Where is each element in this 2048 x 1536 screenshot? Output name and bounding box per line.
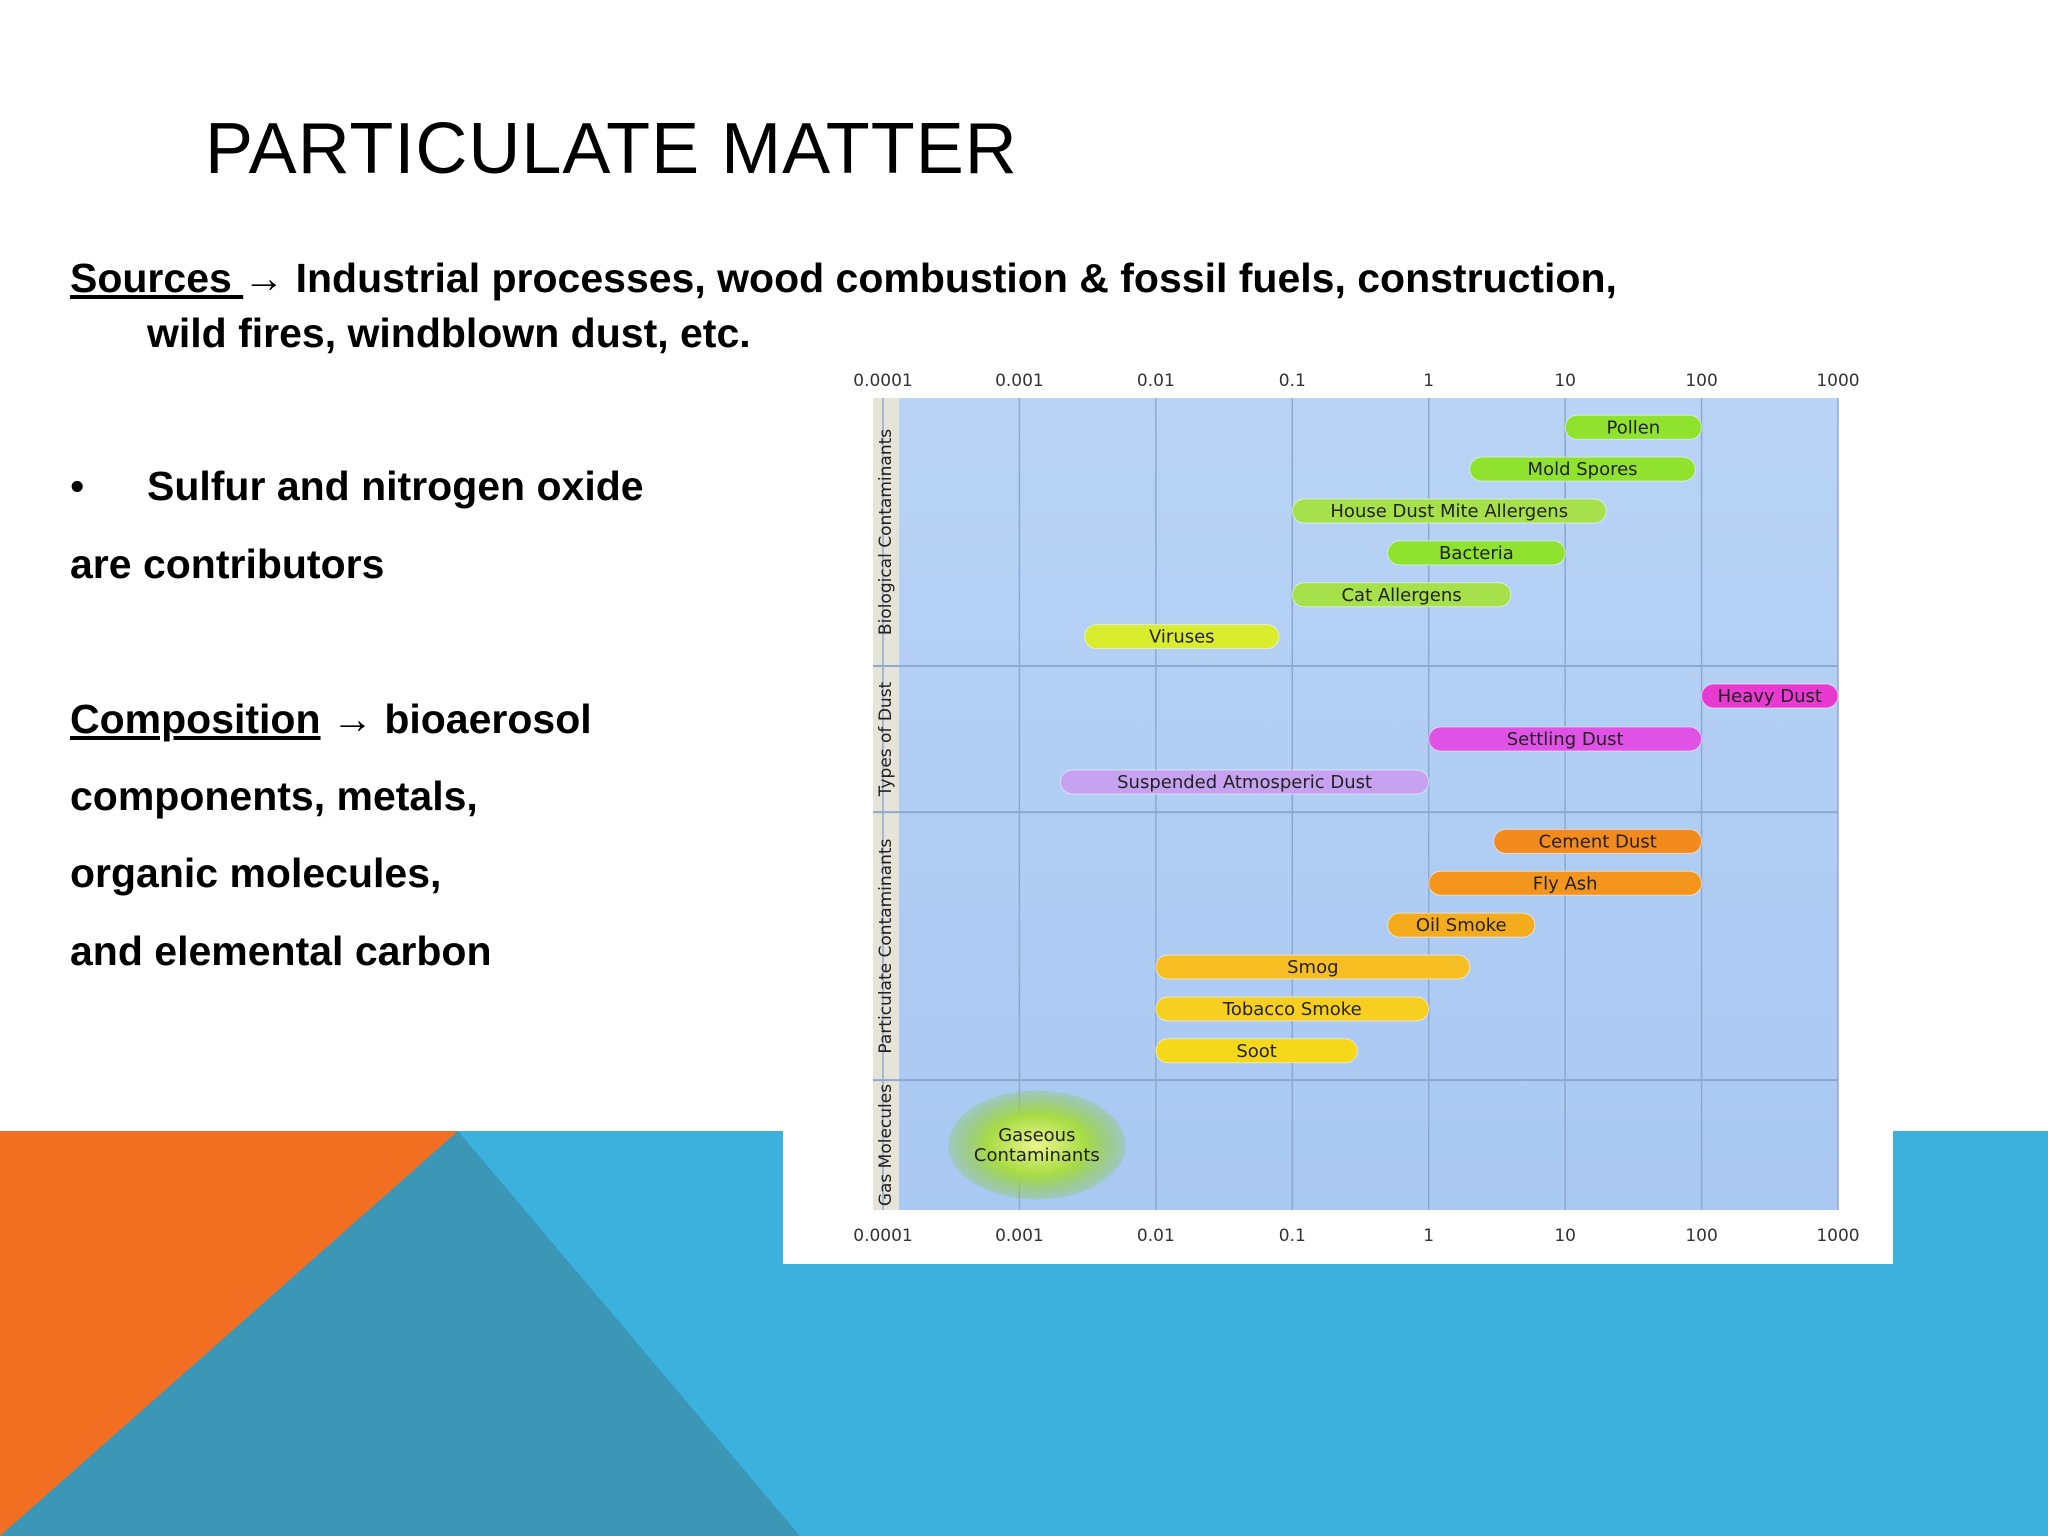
x-tick-label-top: 0.001: [995, 371, 1044, 391]
bar-label: Gaseous: [998, 1125, 1075, 1146]
x-tick-label-bottom: 0.0001: [853, 1226, 912, 1246]
composition-label: Composition: [70, 696, 321, 742]
bar-label: House Dust Mite Allergens: [1330, 501, 1568, 522]
bar-label: Settling Dust: [1507, 729, 1624, 750]
bullet-icon: •: [70, 463, 85, 509]
arrow-icon: →: [243, 255, 285, 301]
x-tick-label-bottom: 10: [1554, 1226, 1576, 1246]
particle-size-chart: 0.0001 0.0001 0.001 0.001 0.01 0.01 0.1 0.1 1 1 10…: [783, 362, 1893, 1264]
x-tick-label-top: 0.01: [1137, 371, 1175, 391]
x-tick-label-bottom: 1: [1423, 1226, 1434, 1246]
sources-line-2: wild fires, windblown dust, etc.: [147, 310, 751, 356]
bar-label: Oil Smoke: [1416, 915, 1507, 936]
sources-label: Sources: [70, 255, 244, 301]
x-tick-label-top: 1: [1423, 371, 1434, 391]
x-tick-label-top: 0.0001: [853, 371, 912, 391]
bar-label: Cement Dust: [1539, 831, 1657, 852]
x-tick-label-bottom: 0.01: [1137, 1226, 1175, 1246]
group-label: Gas Molecules: [876, 1084, 896, 1206]
bar-label: Smog: [1287, 957, 1338, 978]
bullet-text-2: are contributors: [70, 541, 385, 587]
x-tick-label-top: 100: [1685, 371, 1717, 391]
bar-label: Pollen: [1606, 417, 1660, 438]
sources-text-1: Industrial processes, wood combustion & …: [284, 255, 1617, 301]
composition-text-4: and elemental carbon: [70, 928, 492, 974]
bar-label: Fly Ash: [1533, 873, 1598, 894]
x-tick-label-top: 10: [1554, 371, 1576, 391]
bar-label: Suspended Atmosperic Dust: [1117, 772, 1372, 793]
bar-label: Tobacco Smoke: [1222, 999, 1362, 1020]
x-tick-label-bottom: 1000: [1816, 1226, 1859, 1246]
bar-label: Bacteria: [1439, 543, 1514, 564]
group-label: Types of Dust: [876, 681, 896, 797]
sources-line-1: Sources → Industrial processes, wood com…: [70, 255, 1617, 302]
composition-text-1: bioaerosol: [372, 696, 592, 742]
bar-label: Soot: [1236, 1041, 1277, 1062]
composition-line-1: Composition → bioaerosol: [70, 696, 592, 743]
bar-label: Mold Spores: [1528, 459, 1638, 480]
group-label: Biological Contaminants: [876, 429, 896, 635]
bar-label: Heavy Dust: [1718, 686, 1822, 707]
x-tick-label-bottom: 0.001: [995, 1226, 1044, 1246]
bar-label: Contaminants: [974, 1145, 1100, 1166]
composition-text-3: organic molecules,: [70, 850, 442, 896]
arrow-icon-2: →: [331, 696, 373, 742]
slide-title: PARTICULATE MATTER: [205, 109, 1018, 189]
bullet-text-1: Sulfur and nitrogen oxide: [147, 463, 644, 509]
particle-size-chart-svg: 0.0001 0.0001 0.001 0.001 0.01 0.01 0.1 0.1 1 1 10…: [853, 371, 1859, 1246]
group-label: Particulate Contaminants: [876, 838, 896, 1053]
x-tick-label-bottom: 0.1: [1279, 1226, 1306, 1246]
x-tick-label-top: 0.1: [1279, 371, 1306, 391]
bar-label: Cat Allergens: [1341, 585, 1461, 606]
bar-label: Viruses: [1149, 627, 1215, 648]
x-tick-label-top: 1000: [1816, 371, 1859, 391]
x-tick-label-bottom: 100: [1685, 1226, 1717, 1246]
composition-text-2: components, metals,: [70, 773, 478, 819]
